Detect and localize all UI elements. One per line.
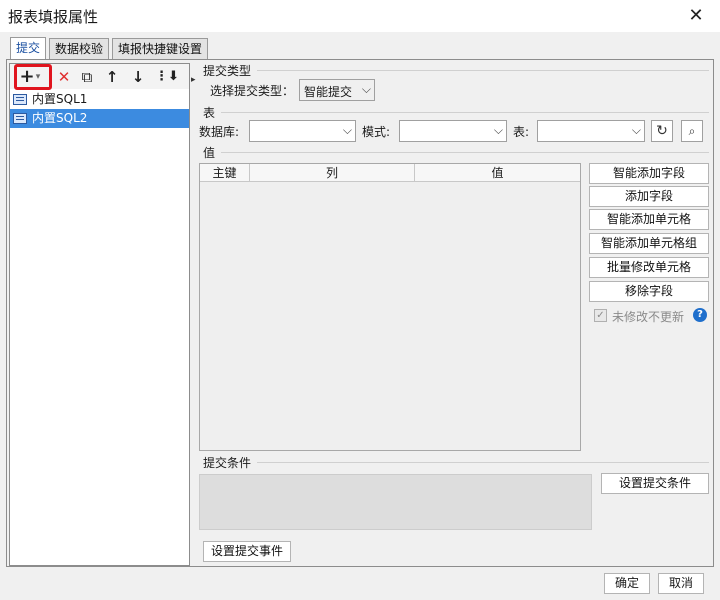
database-label: 数据库: <box>199 125 240 139</box>
batch-modify-cell-button[interactable]: 批量修改单元格 <box>589 257 709 278</box>
submit-settings-panel: 提交类型 选择提交类型： 智能提交 ⌵ 表 数据库: ⌵ 模式: ⌵ 表: ⌵ … <box>199 60 713 566</box>
list-toolbar: + ▾ ✕ ⧉ ↑ ↓ ⋮⬇ <box>10 64 189 90</box>
smart-add-cell-button[interactable]: 智能添加单元格 <box>589 209 709 230</box>
close-button[interactable]: ✕ <box>680 2 712 30</box>
add-dropdown-icon[interactable]: ▾ <box>32 66 44 88</box>
submit-type-select[interactable]: 智能提交 ⌵ <box>299 79 375 101</box>
table-select[interactable]: ⌵ <box>537 120 645 142</box>
submit-list: 内置SQL1 内置SQL2 <box>10 90 189 128</box>
tab-shortcut-settings[interactable]: 填报快捷键设置 <box>112 38 208 60</box>
sql-icon <box>13 94 27 105</box>
table-section-label: 表 <box>203 106 216 120</box>
skip-unmodified-checkbox[interactable]: ✓ 未修改不更新 <box>594 308 704 324</box>
refresh-icon[interactable]: ↻ <box>651 120 673 142</box>
ok-button[interactable]: 确定 <box>604 573 650 594</box>
list-item-label: 内置SQL1 <box>32 92 88 106</box>
smart-add-field-button[interactable]: 智能添加字段 <box>589 163 709 184</box>
submit-type-section-label: 提交类型 <box>203 64 252 78</box>
chevron-down-icon: ⌵ <box>361 82 371 96</box>
smart-add-cell-group-button[interactable]: 智能添加单元格组 <box>589 233 709 254</box>
divider <box>257 462 709 463</box>
sql-icon <box>13 113 27 124</box>
checkmark-icon: ✓ <box>594 309 607 322</box>
skip-unmodified-label: 未修改不更新 <box>612 310 685 324</box>
collapse-arrow-icon[interactable]: ▸ <box>191 75 196 85</box>
schema-label: 模式: <box>362 125 391 139</box>
move-up-icon[interactable]: ↑ <box>101 66 123 88</box>
database-select[interactable]: ⌵ <box>249 120 356 142</box>
tab-submit[interactable]: 提交 <box>10 37 46 60</box>
window-title: 报表填报属性 <box>8 8 99 26</box>
set-submit-event-button[interactable]: 设置提交事件 <box>203 541 291 562</box>
help-icon[interactable]: ? <box>693 308 707 322</box>
divider <box>221 152 709 153</box>
column-header-primary-key[interactable]: 主键 <box>200 164 250 182</box>
divider <box>221 112 709 113</box>
add-field-button[interactable]: 添加字段 <box>589 186 709 207</box>
table-label: 表: <box>513 125 530 139</box>
divider <box>257 70 709 71</box>
submit-type-label: 选择提交类型： <box>210 84 295 98</box>
table-search-icon[interactable]: ⌕ <box>681 120 703 142</box>
remove-field-button[interactable]: 移除字段 <box>589 281 709 302</box>
condition-section-label: 提交条件 <box>203 456 252 470</box>
set-condition-button[interactable]: 设置提交条件 <box>601 473 709 494</box>
grid-header: 主键 列 值 <box>200 164 580 182</box>
column-header-value[interactable]: 值 <box>415 164 580 182</box>
list-item[interactable]: 内置SQL2 <box>10 109 189 128</box>
condition-display <box>199 474 592 530</box>
chevron-down-icon: ⌵ <box>631 123 641 137</box>
list-item[interactable]: 内置SQL1 <box>10 90 189 109</box>
tab-content-frame: + ▾ ✕ ⧉ ↑ ↓ ⋮⬇ 内置SQL1 内置SQL2 ▸ 提交类型 选择提交… <box>6 59 714 567</box>
submit-list-panel: + ▾ ✕ ⧉ ↑ ↓ ⋮⬇ 内置SQL1 内置SQL2 <box>9 63 190 566</box>
chevron-down-icon: ⌵ <box>493 123 503 137</box>
column-header-column[interactable]: 列 <box>250 164 415 182</box>
title-bar: 报表填报属性 ✕ <box>0 0 720 32</box>
submit-type-value: 智能提交 <box>304 85 353 99</box>
copy-icon[interactable]: ⧉ <box>76 66 98 88</box>
chevron-down-icon: ⌵ <box>342 123 352 137</box>
value-section-label: 值 <box>203 146 216 160</box>
list-item-label: 内置SQL2 <box>32 111 88 125</box>
schema-select[interactable]: ⌵ <box>399 120 507 142</box>
move-down-icon[interactable]: ↓ <box>127 66 149 88</box>
cancel-button[interactable]: 取消 <box>658 573 704 594</box>
field-grid[interactable]: 主键 列 值 <box>199 163 581 451</box>
more-options-icon[interactable]: ⋮⬇ <box>152 66 182 88</box>
delete-icon[interactable]: ✕ <box>53 66 75 88</box>
tab-data-validation[interactable]: 数据校验 <box>49 38 109 60</box>
